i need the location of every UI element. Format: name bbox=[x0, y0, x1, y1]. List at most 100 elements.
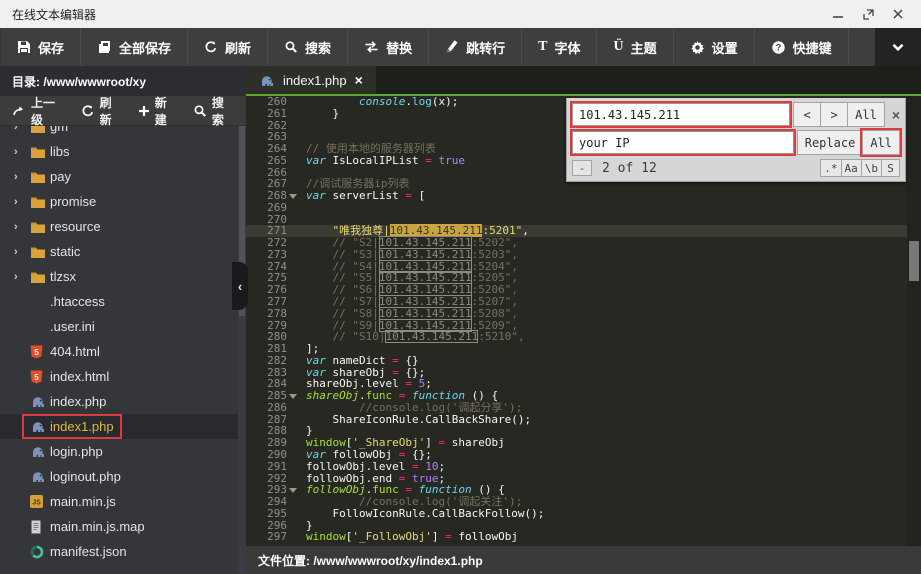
tree-item-static[interactable]: › static bbox=[0, 239, 246, 264]
selection-option[interactable]: S bbox=[881, 159, 900, 177]
save-icon bbox=[17, 40, 31, 54]
line-number: 269 bbox=[267, 200, 287, 214]
toolbar-button-label: 快捷键 bbox=[792, 40, 832, 56]
tree-item-label: index.php bbox=[50, 394, 107, 409]
close-window-button[interactable] bbox=[883, 3, 913, 25]
tree-item-label: libs bbox=[50, 144, 70, 159]
line-number: 297 bbox=[267, 530, 287, 544]
find-prev-button[interactable]: < bbox=[793, 102, 822, 127]
sidebar-collapse-handle[interactable]: ‹ bbox=[232, 262, 248, 310]
toolbar-button-font[interactable]: T 字体 bbox=[522, 28, 598, 66]
tree-item-loginout.php[interactable]: loginout.php bbox=[0, 464, 246, 489]
tree-item-pay[interactable]: › pay bbox=[0, 164, 246, 189]
php-icon bbox=[30, 470, 46, 483]
code-editor[interactable]: 260 console.log(x); 261 } 262 263 264// 使用本地… bbox=[246, 96, 921, 546]
tab-label: index1.php bbox=[283, 72, 347, 88]
tree-item-404.html[interactable]: 5 404.html bbox=[0, 339, 246, 364]
file-sidebar: 目录: /www/wwwroot/xy 上一级 刷新 新建 搜索 › gm › libs › p… bbox=[0, 66, 246, 574]
tree-toolbar-button-label: 搜索 bbox=[211, 95, 224, 127]
tab-index1-php[interactable]: index1.php × bbox=[246, 66, 376, 94]
fold-arrow-icon[interactable] bbox=[289, 194, 297, 200]
replace-all-button[interactable]: All bbox=[860, 128, 902, 157]
toolbar-button-shortcuts[interactable]: ? 快捷键 bbox=[755, 28, 849, 66]
search-match: 101.43.145.211 bbox=[385, 330, 479, 344]
svg-text:?: ? bbox=[775, 42, 781, 52]
minimize-button[interactable] bbox=[823, 3, 853, 25]
toolbar-button-save[interactable]: 保存 bbox=[0, 28, 82, 66]
tree-item-index.php[interactable]: index.php bbox=[0, 389, 246, 414]
tree-toolbar: 上一级 刷新 新建 搜索 bbox=[0, 94, 246, 128]
save-all-icon bbox=[97, 40, 112, 54]
regex-option[interactable]: .* bbox=[820, 159, 842, 177]
editor-scrollbar-thumb[interactable] bbox=[909, 241, 919, 281]
tree-item-resource[interactable]: › resource bbox=[0, 214, 246, 239]
minimize-icon bbox=[833, 16, 843, 18]
chevron-right-icon[interactable]: › bbox=[14, 126, 30, 133]
chevron-down-icon bbox=[892, 43, 904, 52]
toolbar-button-label: 搜索 bbox=[305, 40, 332, 56]
toolbar-button-replace[interactable]: 替换 bbox=[348, 28, 430, 66]
editor-scrollbar[interactable] bbox=[907, 96, 921, 546]
folder-icon bbox=[30, 170, 46, 184]
chevron-right-icon[interactable]: › bbox=[14, 271, 30, 283]
chevron-right-icon[interactable]: › bbox=[14, 246, 30, 258]
tree-item-index.html[interactable]: 5 index.html bbox=[0, 364, 246, 389]
toolbar-button-save-all[interactable]: 全部保存 bbox=[81, 28, 189, 66]
tree-item-.htaccess[interactable]: .htaccess bbox=[0, 289, 246, 314]
html-icon: 5 bbox=[30, 345, 43, 359]
toolbar-button-goto-line[interactable]: 跳转行 bbox=[429, 28, 523, 66]
tree-item-index1.php[interactable]: index1.php bbox=[0, 414, 246, 439]
fold-arrow-icon[interactable] bbox=[289, 488, 297, 494]
find-all-button[interactable]: All bbox=[847, 102, 885, 127]
json-icon bbox=[30, 545, 44, 559]
tree-item-label: .htaccess bbox=[50, 294, 105, 309]
tree-toolbar-button-up-level[interactable]: 上一级 bbox=[12, 94, 65, 128]
tree-item-.user.ini[interactable]: .user.ini bbox=[0, 314, 246, 339]
find-next-button[interactable]: > bbox=[820, 102, 849, 127]
tree-item-manifest.json[interactable]: manifest.json bbox=[0, 539, 246, 564]
toolbar-collapse-button[interactable] bbox=[875, 28, 921, 66]
toolbar-button-search[interactable]: 搜索 bbox=[268, 28, 349, 66]
toolbar-button-refresh[interactable]: 刷新 bbox=[188, 28, 269, 66]
replace-button[interactable]: Replace bbox=[796, 130, 864, 155]
tree-item-tlzsx[interactable]: › tlzsx bbox=[0, 264, 246, 289]
line-number: 273 bbox=[267, 247, 287, 261]
chevron-right-icon[interactable]: › bbox=[14, 196, 30, 208]
chevron-right-icon[interactable]: › bbox=[14, 171, 30, 183]
tree-item-label: static bbox=[50, 244, 81, 259]
php-icon bbox=[30, 395, 46, 408]
toolbar-button-label: 保存 bbox=[38, 40, 65, 56]
tree-item-label: .user.ini bbox=[50, 319, 95, 334]
tab-close-icon[interactable]: × bbox=[355, 72, 363, 88]
settings-icon bbox=[690, 40, 705, 55]
whole-word-option[interactable]: \b bbox=[860, 159, 882, 177]
tree-item-label: 404.html bbox=[50, 344, 100, 359]
chevron-right-icon[interactable]: › bbox=[14, 146, 30, 158]
svg-text:5: 5 bbox=[34, 372, 39, 381]
tree-item-label: gm bbox=[50, 126, 69, 134]
tree-item-main.min.js.map[interactable]: main.min.js.map bbox=[0, 514, 246, 539]
tree-item-gm[interactable]: › gm bbox=[0, 126, 246, 139]
toolbar-button-settings[interactable]: 设置 bbox=[674, 28, 755, 66]
toggle-replace-button[interactable]: - bbox=[572, 160, 592, 176]
case-option[interactable]: Aa bbox=[840, 159, 862, 177]
tree-item-login.php[interactable]: login.php bbox=[0, 439, 246, 464]
search-close-icon[interactable]: × bbox=[892, 107, 900, 123]
sidebar-scrollbar[interactable] bbox=[238, 126, 246, 574]
tree-item-promise[interactable]: › promise bbox=[0, 189, 246, 214]
fold-arrow-icon[interactable] bbox=[289, 394, 297, 400]
line-number: 261 bbox=[267, 106, 287, 120]
toolbar-button-theme[interactable]: Ü 主题 bbox=[597, 28, 674, 66]
main-toolbar: 保存 全部保存 刷新 搜索 替换 跳转行 T 字体 Ü 主题 设置? 快捷键 bbox=[0, 28, 921, 66]
tree-item-main.min.js[interactable]: JS main.min.js bbox=[0, 489, 246, 514]
line-number: 291 bbox=[267, 459, 287, 473]
tree-toolbar-button-refresh[interactable]: 刷新 bbox=[81, 94, 122, 128]
search-input[interactable] bbox=[569, 101, 793, 128]
restore-button[interactable] bbox=[853, 3, 883, 25]
replace-input[interactable] bbox=[570, 129, 796, 156]
tree-toolbar-button-search[interactable]: 搜索 bbox=[193, 94, 234, 128]
tree-toolbar-button-new[interactable]: 新建 bbox=[138, 94, 177, 128]
line-number: 265 bbox=[267, 153, 287, 167]
chevron-right-icon[interactable]: › bbox=[14, 221, 30, 233]
tree-item-libs[interactable]: › libs bbox=[0, 139, 246, 164]
